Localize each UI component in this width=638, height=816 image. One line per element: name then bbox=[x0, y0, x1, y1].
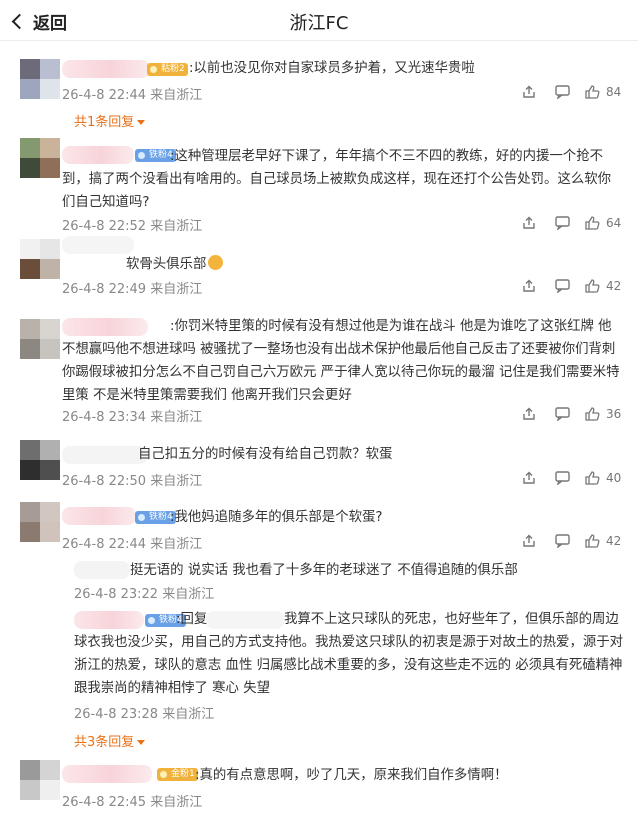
comment-icon bbox=[555, 216, 570, 230]
comment-text: :这种管理层老早好下课了，年年搞个不三不四的教练，好的内援一个抢不到，搞了两个没… bbox=[62, 149, 612, 210]
comment-text: :真的有点意思啊，吵了几天，原来我们自作多情啊！ bbox=[195, 768, 508, 783]
comment-meta: 26-4-8 22:44 来自浙江 bbox=[62, 88, 203, 103]
share-button[interactable] bbox=[522, 471, 536, 485]
avatar[interactable] bbox=[20, 502, 60, 542]
comment-meta: 26-4-8 22:50 来自浙江 bbox=[62, 474, 203, 489]
reply-meta: 26-4-8 23:22 来自浙江 bbox=[74, 587, 215, 602]
avatar[interactable] bbox=[20, 440, 60, 480]
replies-toggle[interactable]: 共3条回复 bbox=[74, 731, 146, 750]
replies-label: 共3条回复 bbox=[74, 735, 135, 750]
like-count: 84 bbox=[606, 85, 622, 99]
comment-meta: 26-4-8 22:45 来自浙江 bbox=[62, 795, 203, 810]
share-icon bbox=[523, 407, 535, 420]
share-button[interactable] bbox=[522, 216, 536, 230]
comment-button[interactable] bbox=[555, 216, 570, 230]
comment-icon bbox=[555, 471, 570, 485]
comment-button[interactable] bbox=[555, 407, 570, 421]
like-count: 42 bbox=[606, 534, 622, 548]
username-blurred[interactable] bbox=[62, 446, 148, 464]
like-count: 42 bbox=[606, 279, 622, 293]
reply-text: 挺无语的 说实话 我也看了十多年的老球迷了 不值得追随的俱乐部 bbox=[130, 563, 518, 578]
comment-meta: 26-4-8 23:34 来自浙江 bbox=[62, 410, 203, 425]
like-count: 64 bbox=[606, 216, 622, 230]
comment-text: :我他妈追随多年的俱乐部是个软蛋? bbox=[170, 510, 383, 525]
caret-down-icon bbox=[137, 120, 146, 125]
comment-text: 软骨头俱乐部 bbox=[126, 253, 426, 276]
avatar[interactable] bbox=[20, 138, 60, 178]
comment-meta: 26-4-8 22:49 来自浙江 bbox=[62, 282, 203, 297]
comment-button[interactable] bbox=[555, 85, 570, 99]
share-button[interactable] bbox=[522, 407, 536, 421]
username-blurred[interactable] bbox=[62, 765, 152, 783]
like-button[interactable]: 84 bbox=[585, 85, 621, 99]
share-button[interactable] bbox=[522, 534, 536, 548]
thumbs-up-icon bbox=[585, 85, 600, 99]
page-title: 浙江FC bbox=[289, 13, 349, 34]
thumbs-up-icon bbox=[585, 216, 600, 230]
reply-meta: 26-4-8 23:28 来自浙江 bbox=[74, 707, 215, 722]
share-icon bbox=[523, 216, 535, 229]
share-icon bbox=[523, 534, 535, 547]
comment-text: :你罚米特里策的时候有没有想过他是为谁在战斗 他是为谁吃了这张红牌 他不想赢吗他… bbox=[62, 319, 620, 403]
comment-icon bbox=[555, 279, 570, 293]
top-bar: 返回 浙江FC bbox=[0, 0, 638, 41]
share-button[interactable] bbox=[522, 279, 536, 293]
share-icon bbox=[523, 279, 535, 292]
comment-button[interactable] bbox=[555, 279, 570, 293]
comment-meta: 26-4-8 22:44 来自浙江 bbox=[62, 537, 203, 552]
reply-text: 我算不上这只球队的死忠，也好些年了，但俱乐部的周边球衣我也没少买，用自己的方式支… bbox=[74, 612, 624, 696]
username-blurred[interactable] bbox=[62, 236, 134, 254]
avatar[interactable] bbox=[20, 319, 60, 359]
thumbs-up-icon bbox=[585, 471, 600, 485]
username-blurred[interactable] bbox=[74, 561, 130, 579]
comment-button[interactable] bbox=[555, 471, 570, 485]
avatar[interactable] bbox=[20, 59, 60, 99]
share-button[interactable] bbox=[522, 85, 536, 99]
caret-down-icon bbox=[137, 740, 146, 745]
comment-meta: 26-4-8 22:52 来自浙江 bbox=[62, 219, 203, 234]
avatar[interactable] bbox=[20, 239, 60, 279]
like-button[interactable]: 42 bbox=[585, 534, 621, 548]
like-count: 40 bbox=[606, 471, 622, 485]
like-button[interactable]: 42 bbox=[585, 279, 621, 293]
thumbs-up-icon bbox=[585, 279, 600, 293]
like-button[interactable]: 36 bbox=[585, 407, 621, 421]
comment-button[interactable] bbox=[555, 534, 570, 548]
like-button[interactable]: 64 bbox=[585, 216, 621, 230]
like-count: 36 bbox=[606, 407, 622, 421]
thumbs-down-emoji-icon bbox=[208, 255, 224, 270]
fan-badge: 粘粉2 bbox=[147, 63, 188, 76]
fan-badge: 金粉1 bbox=[157, 768, 198, 781]
replies-toggle[interactable]: 共1条回复 bbox=[74, 111, 146, 130]
share-icon bbox=[523, 85, 535, 98]
avatar[interactable] bbox=[20, 760, 60, 800]
username-blurred[interactable] bbox=[62, 507, 136, 525]
replies-label: 共1条回复 bbox=[74, 115, 135, 130]
comment-icon bbox=[555, 534, 570, 548]
comment-text: 自己扣五分的时候有没有给自己罚款？软蛋 bbox=[138, 447, 393, 462]
thumbs-up-icon bbox=[585, 407, 600, 421]
username-blurred[interactable] bbox=[62, 60, 150, 78]
comment-text: :以前也没见你对自家球员多护着，又光速华贵啦 bbox=[189, 61, 475, 76]
like-button[interactable]: 40 bbox=[585, 471, 621, 485]
thumbs-up-icon bbox=[585, 534, 600, 548]
share-icon bbox=[523, 471, 535, 484]
comment-icon bbox=[555, 85, 570, 99]
comment-icon bbox=[555, 407, 570, 421]
